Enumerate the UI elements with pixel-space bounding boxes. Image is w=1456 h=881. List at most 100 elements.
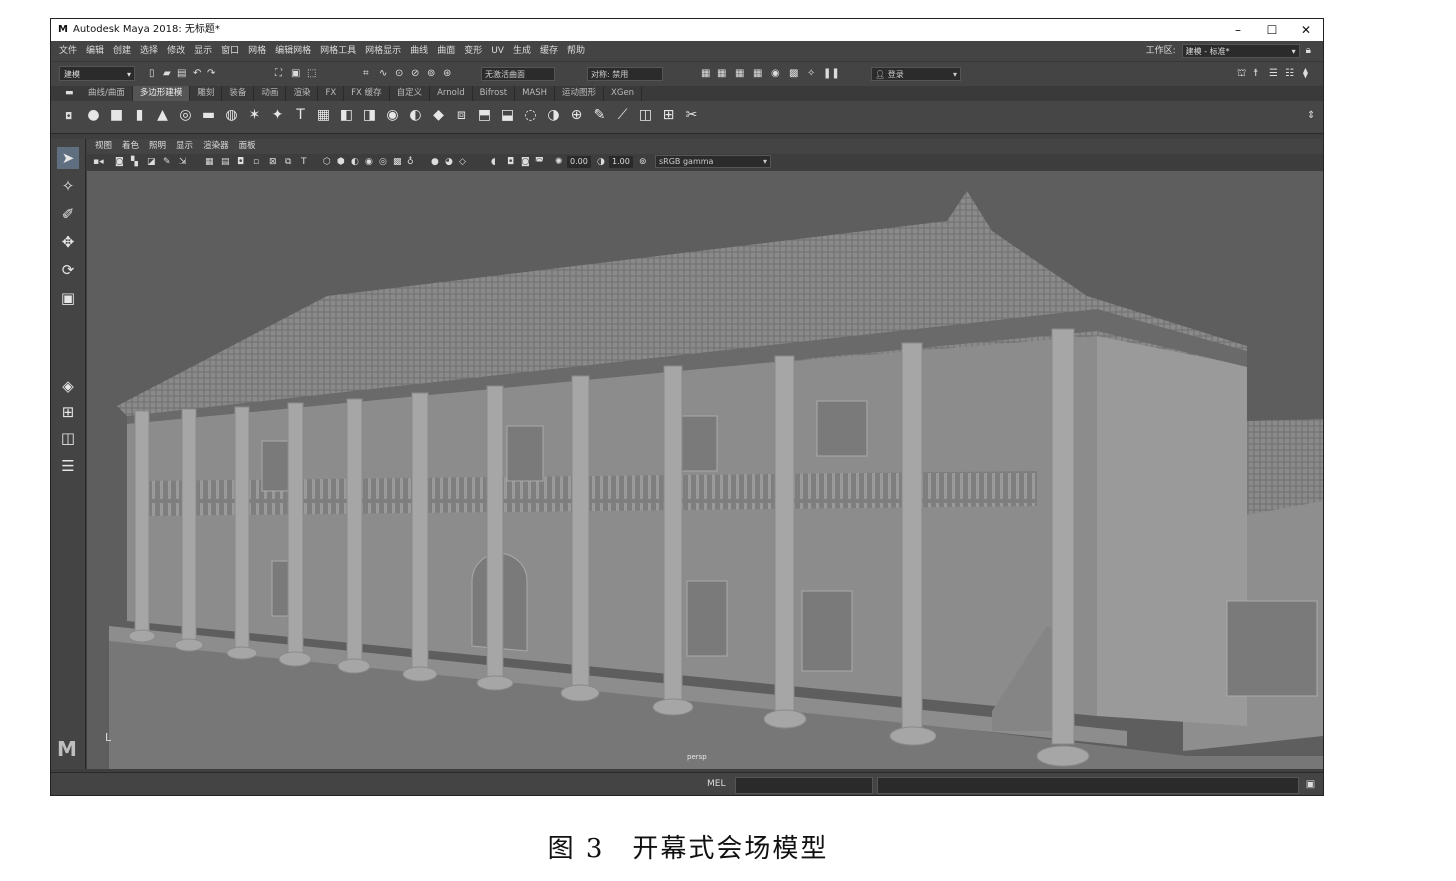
save-scene-icon[interactable]: ▤ xyxy=(177,67,186,81)
append-icon[interactable]: ⬓ xyxy=(499,107,516,124)
lasso-tool-icon[interactable]: ✧ xyxy=(57,175,79,197)
script-language-label[interactable]: MEL xyxy=(707,777,725,792)
light-editor-icon[interactable]: ✧ xyxy=(807,67,815,81)
xray-components-icon[interactable]: ◚ xyxy=(535,155,544,169)
sphere-icon[interactable]: ● xyxy=(85,107,102,124)
lock-icon[interactable]: 🔒︎ xyxy=(1306,41,1311,61)
move-tool-icon[interactable]: ✥ xyxy=(57,231,79,253)
viewport-menu-item[interactable]: 视图 xyxy=(95,139,112,154)
ipr-render-icon[interactable]: ▦ xyxy=(735,67,744,81)
bridge-icon[interactable]: ⧈ xyxy=(453,107,470,124)
shelf-tab[interactable]: 自定义 xyxy=(390,86,431,101)
menu-item[interactable]: 修改 xyxy=(167,41,185,61)
shelf-tab[interactable]: FX xyxy=(318,86,345,101)
channel-box-icon[interactable]: ⧫ xyxy=(1303,67,1308,81)
uv-editor-icon[interactable]: ⊞ xyxy=(660,107,677,124)
minimize-button[interactable]: – xyxy=(1221,19,1255,41)
menu-item[interactable]: 曲线 xyxy=(410,41,428,61)
menu-item[interactable]: 窗口 xyxy=(221,41,239,61)
viewport-menu-item[interactable]: 显示 xyxy=(176,139,193,154)
two-pane-layout-icon[interactable]: ◫ xyxy=(57,427,79,449)
shelf-tab[interactable]: 动画 xyxy=(254,86,287,101)
login-dropdown[interactable]: 👤︎ 登录 ▾ xyxy=(871,67,961,81)
use-all-lights-icon[interactable]: ◎ xyxy=(379,155,387,169)
wireframe-icon[interactable]: ⬡ xyxy=(323,155,331,169)
viewport-menu-item[interactable]: 照明 xyxy=(149,139,166,154)
shelf-tab[interactable]: 多边形建模 xyxy=(132,86,191,101)
isolate-select-icon[interactable]: ◖ xyxy=(491,155,496,169)
smooth-icon[interactable]: ◉ xyxy=(384,107,401,124)
menu-item[interactable]: 生成 xyxy=(513,41,531,61)
render-view-icon[interactable]: ▦ xyxy=(701,67,710,81)
viewport-menu-item[interactable]: 渲染器 xyxy=(203,139,229,154)
workspace-dropdown[interactable]: 建模 - 标准* ▾ xyxy=(1181,44,1300,58)
boolean-icon[interactable]: ⊕ xyxy=(568,107,585,124)
disc-icon[interactable]: ◍ xyxy=(223,107,240,124)
xray-joints-icon[interactable]: ◙ xyxy=(521,155,530,169)
cylinder-icon[interactable]: ▮ xyxy=(131,107,148,124)
close-button[interactable]: ✕ xyxy=(1289,19,1323,41)
shelf-tab[interactable]: FX 缓存 xyxy=(344,86,390,101)
shelf-options-icon[interactable]: ◘ xyxy=(65,110,72,124)
snap-curve-icon[interactable]: ∿ xyxy=(379,67,387,81)
shelf-tab[interactable]: Arnold xyxy=(430,86,473,101)
torus-icon[interactable]: ◎ xyxy=(177,107,194,124)
snap-view-icon[interactable]: ⊘ xyxy=(411,67,419,81)
extrude-icon[interactable]: ⬒ xyxy=(476,107,493,124)
textured-icon[interactable]: ◉ xyxy=(365,155,373,169)
modeling-toolkit-icon[interactable]: ⛫ xyxy=(1237,67,1246,81)
film-gate-icon[interactable]: ▤ xyxy=(221,155,230,169)
shelf-tab[interactable]: 渲染 xyxy=(286,86,319,101)
menu-item[interactable]: 缓存 xyxy=(540,41,558,61)
menu-item[interactable]: 编辑网格 xyxy=(275,41,311,61)
shelf-scroll-icon[interactable]: ⇕ xyxy=(1307,109,1315,123)
shelf-menu-icon[interactable]: ▬ xyxy=(65,86,74,100)
image-plane-icon[interactable]: ◪ xyxy=(147,155,156,169)
pause-viewport-icon[interactable]: ❚❚ xyxy=(823,67,840,81)
select-tool-icon[interactable]: ➤ xyxy=(57,147,79,169)
camera-select-icon[interactable]: ▪◂ xyxy=(93,155,104,169)
anti-aliasing-icon[interactable]: ◇ xyxy=(459,155,466,169)
multicut-icon[interactable]: ⟋ xyxy=(614,107,631,124)
star-icon[interactable]: ✦ xyxy=(269,107,286,124)
shelf-tab[interactable]: 装备 xyxy=(222,86,255,101)
human-ik-icon[interactable]: ☨ xyxy=(1253,67,1258,81)
select-hierarchy-icon[interactable]: ⛶ xyxy=(275,67,282,81)
plane-icon[interactable]: ▬ xyxy=(200,107,217,124)
menu-item[interactable]: 变形 xyxy=(464,41,482,61)
shelf-tab[interactable]: MASH xyxy=(515,86,556,101)
separate-icon[interactable]: ◨ xyxy=(361,107,378,124)
render-setup-icon[interactable]: ▩ xyxy=(789,67,798,81)
outliner-layout-icon[interactable]: ☰ xyxy=(57,455,79,477)
exposure-icon[interactable]: ✺ xyxy=(555,155,563,169)
menu-item[interactable]: 网格显示 xyxy=(365,41,401,61)
gamma-icon[interactable]: ◑ xyxy=(597,155,605,169)
bookmark-icon[interactable]: ▚ xyxy=(131,155,138,169)
select-component-icon[interactable]: ⬚ xyxy=(307,67,316,81)
quad-draw-icon[interactable]: ◫ xyxy=(637,107,654,124)
shelf-tab[interactable]: 雕刻 xyxy=(190,86,223,101)
open-scene-icon[interactable]: ▰ xyxy=(163,67,171,81)
redo-icon[interactable]: ↷ xyxy=(207,67,215,81)
menu-item[interactable]: 创建 xyxy=(113,41,131,61)
fill-hole-icon[interactable]: ◌ xyxy=(522,107,539,124)
menu-item[interactable]: 曲面 xyxy=(437,41,455,61)
extract-icon[interactable]: ◐ xyxy=(407,107,424,124)
new-scene-icon[interactable]: ▯ xyxy=(149,67,155,81)
scale-tool-icon[interactable]: ▣ xyxy=(57,287,79,309)
color-management-icon[interactable]: ⊚ xyxy=(639,155,647,169)
single-pane-layout-icon[interactable]: ◈ xyxy=(57,375,79,397)
safe-title-icon[interactable]: T xyxy=(301,155,307,169)
combine-icon[interactable]: ◧ xyxy=(338,107,355,124)
unfold-icon[interactable]: ✂ xyxy=(683,107,700,124)
script-editor-icon[interactable]: ▣ xyxy=(1303,777,1318,792)
motion-blur-icon[interactable]: ◕ xyxy=(445,155,453,169)
snap-pivot-icon[interactable]: ⊛ xyxy=(443,67,451,81)
live-surface-field[interactable]: 无激活曲面 xyxy=(481,67,555,81)
cube-icon[interactable]: ■ xyxy=(108,107,125,124)
snap-point-icon[interactable]: ⊙ xyxy=(395,67,403,81)
four-pane-layout-icon[interactable]: ⊞ xyxy=(57,401,79,423)
ambient-occlusion-icon[interactable]: ● xyxy=(431,155,439,169)
menu-item[interactable]: 网格工具 xyxy=(320,41,356,61)
attribute-editor-icon[interactable]: ☰ xyxy=(1269,67,1278,81)
